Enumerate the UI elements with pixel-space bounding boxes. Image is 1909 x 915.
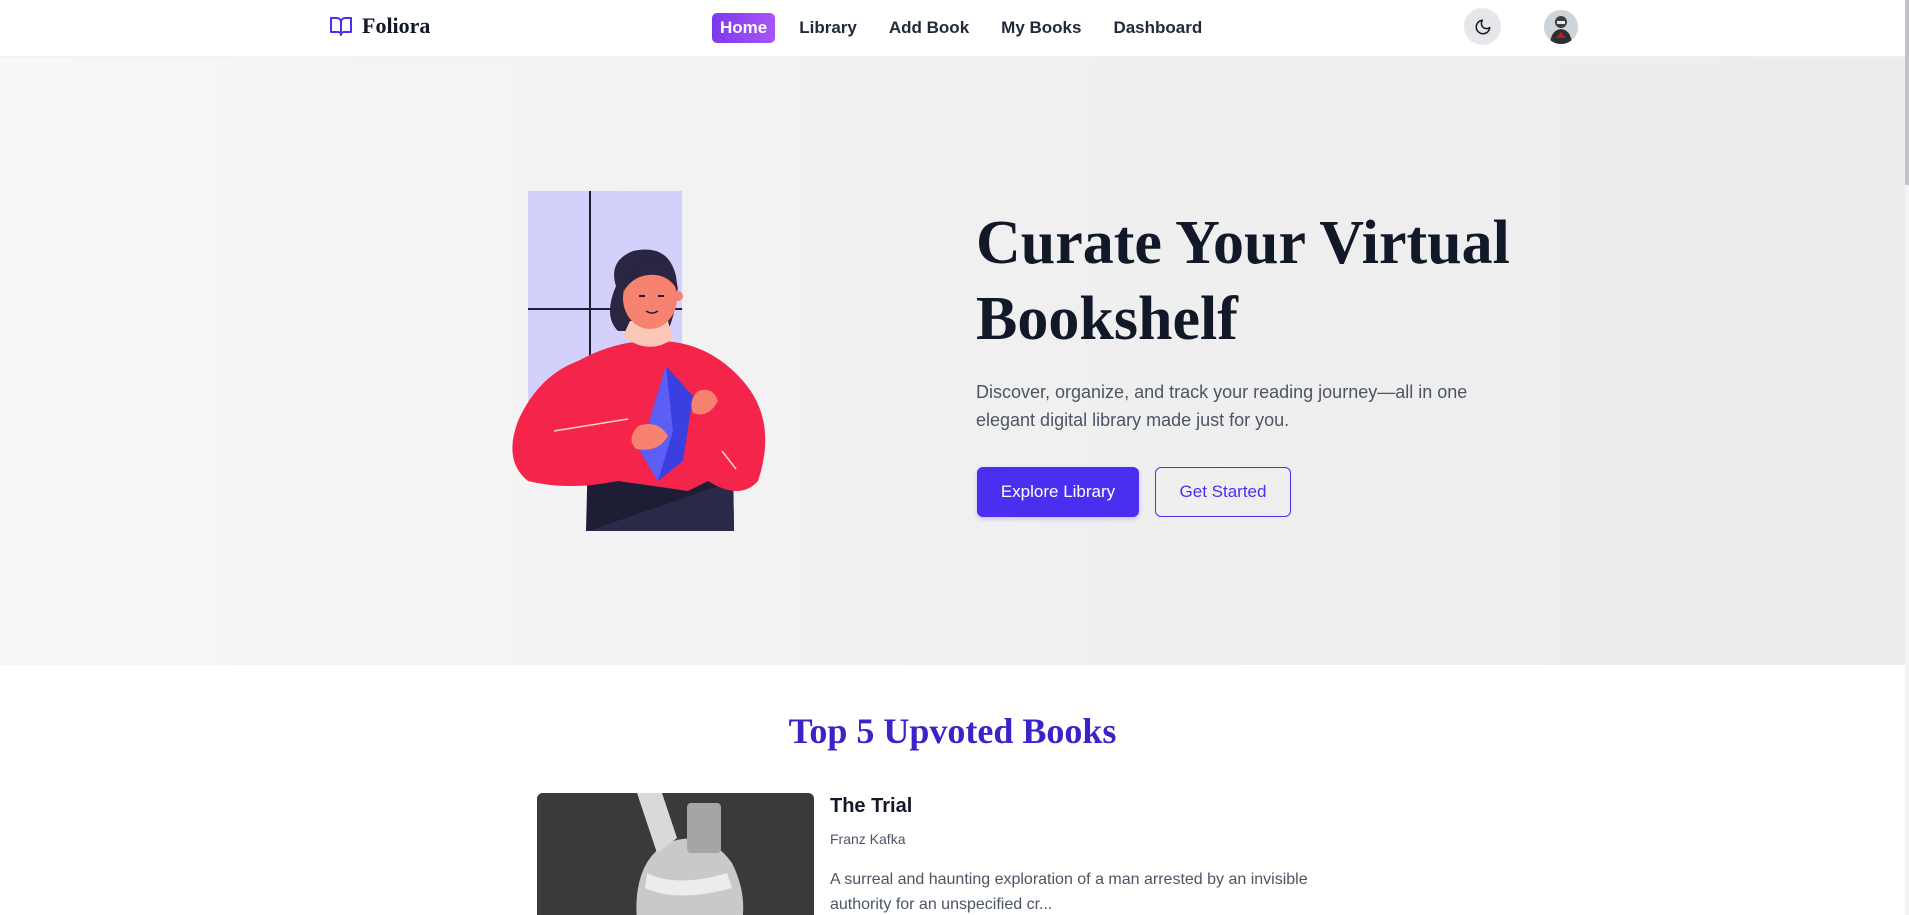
book-author: Franz Kafka	[830, 831, 906, 847]
nav-my-books[interactable]: My Books	[993, 13, 1089, 43]
avatar-image	[1544, 10, 1578, 44]
scrollbar-thumb[interactable]	[1905, 0, 1909, 185]
get-started-button[interactable]: Get Started	[1155, 467, 1291, 517]
nav-add-book[interactable]: Add Book	[881, 13, 977, 43]
theme-toggle-button[interactable]	[1464, 8, 1501, 45]
book-title[interactable]: The Trial	[830, 795, 912, 818]
top-books-title: Top 5 Upvoted Books	[788, 711, 1117, 751]
hero-title: Curate Your Virtual Bookshelf	[976, 209, 1510, 353]
hero-description: Discover, organize, and track your readi…	[976, 382, 1468, 430]
brand-name: Foliora	[362, 13, 431, 38]
navbar: Foliora Home Library Add Book My Books D…	[0, 0, 1905, 57]
book-cover-image[interactable]	[537, 793, 814, 915]
moon-icon	[1475, 19, 1490, 34]
nav-home[interactable]: Home	[712, 13, 776, 43]
nav-library[interactable]: Library	[791, 13, 865, 43]
user-avatar[interactable]	[1544, 10, 1578, 44]
book-description: A surreal and haunting exploration of a …	[830, 871, 1308, 913]
hero-section: Curate Your Virtual Bookshelf Discover, …	[0, 57, 1905, 665]
brand-logo[interactable]: Foliora	[329, 13, 430, 39]
book-card[interactable]: The Trial Franz Kafka A surreal and haun…	[537, 793, 1367, 915]
explore-library-button[interactable]: Explore Library	[977, 467, 1139, 517]
book-cover-art	[537, 793, 814, 915]
main-nav: Home Library Add Book My Books Dashboard	[712, 13, 1226, 43]
book-open-icon	[330, 17, 352, 36]
nav-dashboard[interactable]: Dashboard	[1105, 13, 1210, 43]
woman-reading-book-illustration	[512, 191, 766, 531]
